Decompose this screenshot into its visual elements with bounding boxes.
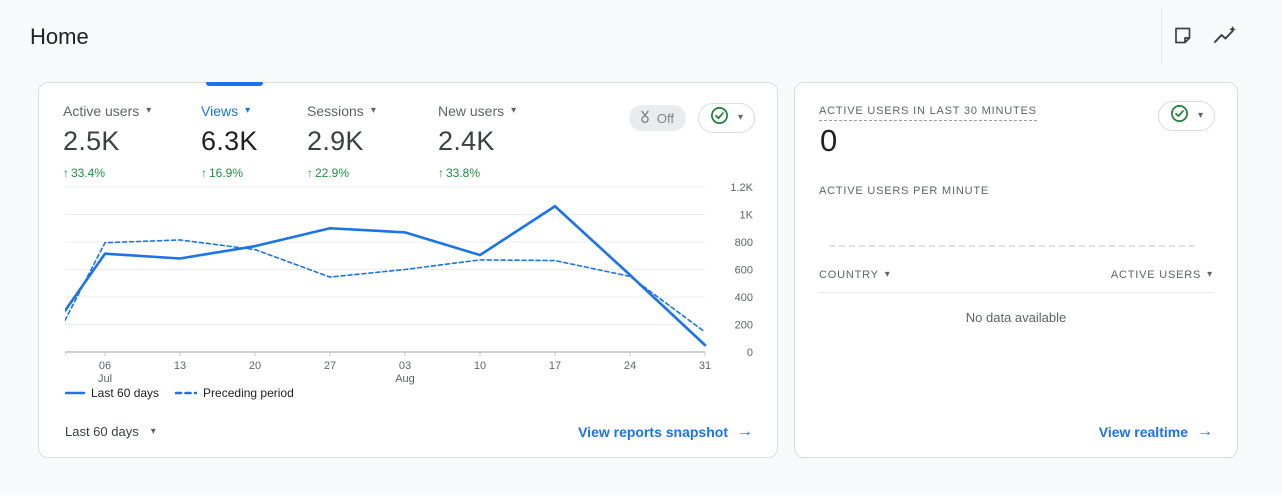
data-quality-badge[interactable]: ▾ — [1157, 101, 1215, 131]
metric-delta: ↑ 22.9% — [307, 166, 350, 180]
caret-down-icon: ▾ — [737, 112, 743, 123]
legend-line-dashed-icon — [174, 386, 198, 400]
metric-label: New users — [438, 103, 505, 119]
up-arrow-icon: ↑ — [307, 166, 313, 180]
metric-delta: ↑ 33.4% — [63, 166, 106, 180]
svg-text:1.2K: 1.2K — [730, 183, 753, 194]
realtime-title[interactable]: ACTIVE USERS IN LAST 30 MINUTES — [819, 105, 1037, 121]
metric-label: Active users — [63, 103, 140, 119]
metric-delta: ↑ 16.9% — [201, 166, 244, 180]
metric-tabs: Active users ▾ 2.5K ↑ 33.4% Views ▾ 6.3K… — [63, 103, 558, 180]
svg-text:17: 17 — [549, 360, 561, 372]
page-title: Home — [30, 24, 89, 49]
svg-text:800: 800 — [735, 237, 753, 249]
realtime-card-controls: ▾ — [1157, 101, 1215, 131]
caret-down-icon[interactable]: ▾ — [146, 106, 151, 116]
view-realtime-link[interactable]: View realtime → — [1099, 423, 1213, 441]
benchmarking-toggle[interactable]: Off — [628, 105, 686, 131]
svg-text:20: 20 — [249, 360, 261, 372]
metric-tab-new-users[interactable]: New users ▾ 2.4K ↑ 33.8% — [438, 103, 558, 180]
up-arrow-icon: ↑ — [201, 166, 207, 180]
legend-item-preceding-period: Preceding period — [174, 386, 294, 400]
svg-text:24: 24 — [624, 360, 636, 372]
metric-value: 2.9K — [307, 126, 364, 156]
svg-text:27: 27 — [324, 360, 336, 372]
svg-text:31: 31 — [699, 360, 711, 372]
svg-text:Jul: Jul — [98, 373, 112, 385]
medal-icon — [638, 110, 652, 127]
trend-chart-svg: 0 200 400 600 800 1K 1.2K 06Jul 13 20 27 03Aug 10 17 2… — [63, 182, 754, 385]
selected-metric-tab-indicator — [206, 82, 263, 86]
svg-text:600: 600 — [735, 265, 753, 277]
svg-text:0: 0 — [747, 347, 753, 359]
caret-down-icon: ▾ — [1207, 269, 1213, 280]
realtime-active-users-value: 0 — [820, 123, 838, 158]
header-actions — [1170, 26, 1236, 50]
view-reports-snapshot-link[interactable]: View reports snapshot → — [578, 423, 753, 441]
up-arrow-icon: ↑ — [438, 166, 444, 180]
legend-line-solid-icon — [64, 386, 86, 400]
active-users-column-header[interactable]: ACTIVE USERS ▾ — [1111, 269, 1213, 281]
svg-text:10: 10 — [474, 360, 486, 372]
svg-text:400: 400 — [735, 292, 753, 304]
metrics-card: Active users ▾ 2.5K ↑ 33.4% Views ▾ 6.3K… — [38, 82, 778, 458]
legend-item-last-60-days: Last 60 days — [64, 386, 159, 400]
bottom-strip — [0, 493, 1282, 497]
metric-tab-active-users[interactable]: Active users ▾ 2.5K ↑ 33.4% — [63, 103, 201, 180]
svg-text:200: 200 — [735, 320, 753, 332]
data-quality-badge[interactable]: ▾ — [697, 103, 755, 133]
metrics-card-controls: Off ▾ — [628, 103, 755, 133]
caret-down-icon[interactable]: ▾ — [245, 106, 250, 116]
per-minute-chart-baseline — [829, 245, 1195, 247]
svg-text:06: 06 — [99, 360, 111, 372]
trend-chart[interactable]: 0 200 400 600 800 1K 1.2K 06 Jul 13 20 27 03 Aug 10 17 2… — [63, 182, 755, 391]
insights-button[interactable] — [1212, 26, 1236, 50]
metric-value: 2.4K — [438, 126, 495, 156]
empty-state-text: No data available — [965, 310, 1067, 325]
notes-button[interactable] — [1170, 26, 1194, 50]
svg-text:Aug: Aug — [395, 373, 415, 385]
caret-down-icon[interactable]: ▾ — [371, 106, 376, 116]
up-arrow-icon: ↑ — [63, 166, 69, 180]
chart-legend: Last 60 days Preceding period — [64, 386, 294, 400]
arrow-right-icon: → — [1197, 423, 1213, 440]
svg-text:13: 13 — [174, 360, 186, 372]
metric-tab-sessions[interactable]: Sessions ▾ 2.9K ↑ 22.9% — [307, 103, 438, 180]
note-icon — [1172, 25, 1193, 51]
date-range-selector[interactable]: Last 60 days ▾ — [65, 424, 156, 439]
svg-text:1K: 1K — [740, 210, 754, 222]
insights-icon — [1213, 25, 1236, 51]
metric-value: 6.3K — [201, 126, 258, 156]
per-minute-label: ACTIVE USERS PER MINUTE — [819, 185, 989, 197]
metric-delta: ↑ 33.8% — [438, 166, 481, 180]
metric-value: 2.5K — [63, 126, 120, 156]
header-divider — [1161, 8, 1162, 66]
country-column-header[interactable]: COUNTRY ▾ — [819, 269, 891, 281]
benchmarking-state-label: Off — [656, 110, 674, 126]
realtime-card: ACTIVE USERS IN LAST 30 MINUTES ▾ 0 ACTI… — [794, 82, 1238, 458]
caret-down-icon[interactable]: ▾ — [511, 106, 516, 116]
metric-tab-views[interactable]: Views ▾ 6.3K ↑ 16.9% — [201, 103, 307, 180]
metric-label: Sessions — [307, 103, 364, 119]
arrow-right-icon: → — [737, 423, 753, 440]
svg-text:03: 03 — [399, 360, 411, 372]
metric-label: Views — [201, 103, 239, 119]
caret-down-icon: ▾ — [150, 425, 156, 437]
caret-down-icon: ▾ — [1197, 110, 1203, 121]
check-circle-icon — [1170, 104, 1189, 128]
check-circle-icon — [710, 106, 729, 130]
realtime-table-header: COUNTRY ▾ ACTIVE USERS ▾ — [819, 269, 1213, 293]
caret-down-icon: ▾ — [884, 269, 891, 280]
